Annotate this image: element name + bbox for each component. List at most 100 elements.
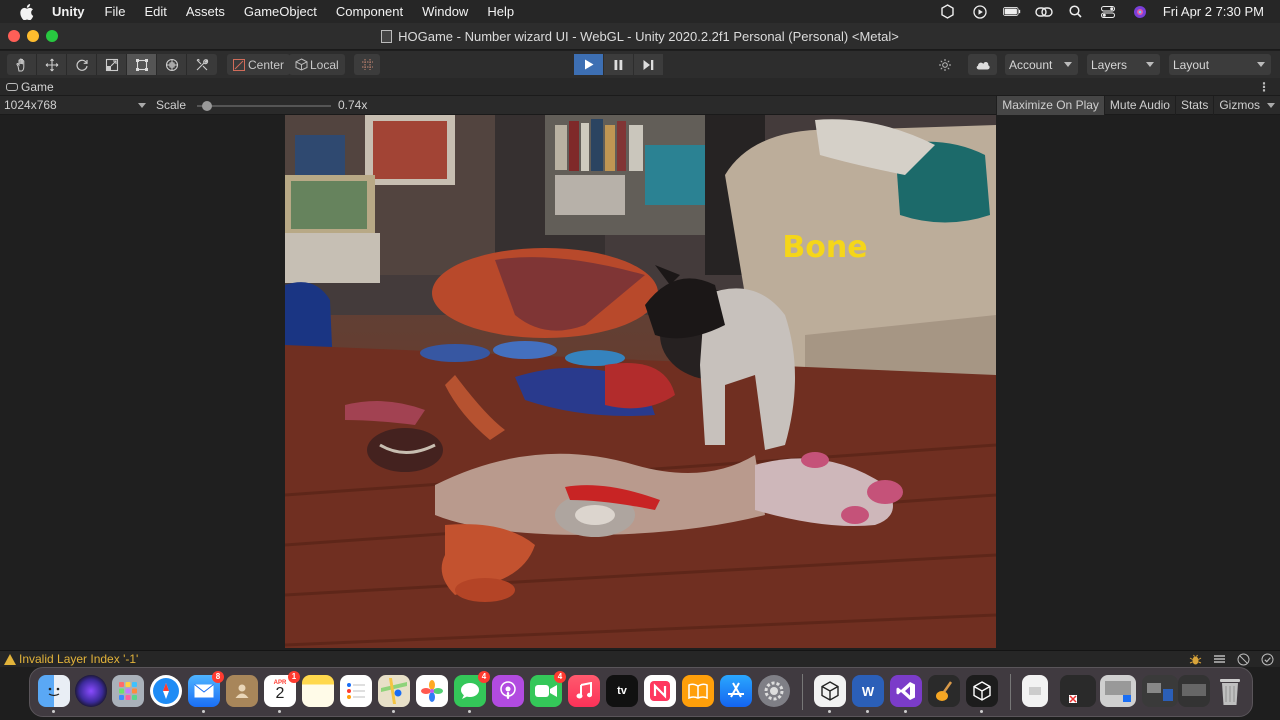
unity-toolbar: Center Local Account Layers Layout	[0, 51, 1280, 78]
menu-component[interactable]: Component	[336, 4, 403, 19]
scale-slider-handle[interactable]	[202, 101, 212, 111]
calendar-badge: 1	[288, 671, 300, 683]
play-circle-icon[interactable]	[971, 4, 989, 19]
step-button[interactable]	[634, 54, 663, 75]
transform-tools	[7, 54, 217, 75]
calendar-day: 2	[275, 685, 285, 702]
system-preferences-icon[interactable]	[758, 675, 790, 707]
status-check-icon[interactable]	[1260, 652, 1274, 666]
scale-tool-icon[interactable]	[97, 54, 127, 75]
unity-editor-icon[interactable]	[966, 675, 998, 707]
unity-hub-icon[interactable]	[814, 675, 846, 707]
account-dropdown-label: Account	[1009, 57, 1053, 72]
finder-icon[interactable]	[38, 675, 70, 707]
screenshot-thumbnail-icon[interactable]	[1100, 675, 1136, 707]
rect-tool-icon[interactable]	[127, 54, 157, 75]
pause-button[interactable]	[604, 54, 633, 75]
pivot-mode-label: Center	[248, 57, 285, 72]
safari-icon[interactable]	[150, 675, 182, 707]
pivot-mode-toggle[interactable]: Center	[227, 54, 291, 75]
move-tool-icon[interactable]	[37, 54, 67, 75]
document-icon	[381, 30, 393, 43]
resolution-dropdown[interactable]: 1024x768	[4, 98, 150, 112]
mute-audio-toggle[interactable]: Mute Audio	[1103, 96, 1175, 115]
visual-studio-icon[interactable]	[890, 675, 922, 707]
music-icon[interactable]	[568, 675, 600, 707]
apple-tv-icon[interactable]: tv	[606, 675, 638, 707]
layout-dropdown[interactable]: Layout	[1169, 54, 1271, 75]
pivot-rotation-toggle[interactable]: Local	[289, 54, 345, 75]
unity-status-icon[interactable]	[939, 4, 957, 19]
grid-snap-icon[interactable]	[354, 54, 380, 75]
menubar-clock[interactable]: Fri Apr 2 7:30 PM	[1163, 4, 1264, 19]
microsoft-word-icon[interactable]: W	[852, 675, 884, 707]
console-status-bar[interactable]: Invalid Layer Index '-1'	[0, 650, 1280, 667]
link-icon[interactable]	[1035, 5, 1053, 19]
window-title: HOGame - Number wizard UI - WebGL - Unit…	[0, 29, 1280, 44]
battery-icon[interactable]	[1002, 5, 1021, 19]
tab-menu-kebab-icon[interactable]: ⋮	[1258, 80, 1270, 94]
trash-icon[interactable]	[1214, 675, 1246, 707]
gizmos-dropdown[interactable]: Gizmos	[1213, 96, 1280, 115]
warning-message[interactable]: Invalid Layer Index '-1'	[4, 652, 138, 666]
play-button[interactable]	[574, 54, 603, 75]
menu-help[interactable]: Help	[487, 4, 514, 19]
transform-tool-icon[interactable]	[157, 54, 187, 75]
playmode-controls	[574, 54, 663, 75]
spotlight-search-icon[interactable]	[1067, 5, 1085, 19]
stats-toggle[interactable]: Stats	[1174, 96, 1213, 115]
macos-dock: 8 APR 2 1 4 4 tv W	[29, 667, 1253, 717]
facetime-icon[interactable]: 4	[530, 671, 566, 707]
podcasts-icon[interactable]	[492, 675, 524, 707]
reminders-icon[interactable]	[340, 675, 372, 707]
apple-tv-label: tv	[617, 685, 627, 697]
menu-assets[interactable]: Assets	[186, 4, 225, 19]
recent-windows-icon[interactable]	[1142, 675, 1178, 707]
contacts-icon[interactable]	[226, 675, 258, 707]
rotate-tool-icon[interactable]	[67, 54, 97, 75]
game-scene-image[interactable]: Bone	[285, 115, 996, 648]
menu-gameobject[interactable]: GameObject	[244, 4, 317, 19]
mail-badge: 8	[212, 671, 224, 683]
menu-window[interactable]: Window	[422, 4, 468, 19]
garageband-icon[interactable]	[928, 675, 960, 707]
tab-game-label: Game	[21, 80, 54, 94]
launchpad-icon[interactable]	[112, 675, 144, 707]
news-icon[interactable]	[644, 675, 676, 707]
maximize-on-play-toggle[interactable]: Maximize On Play	[996, 96, 1104, 115]
macos-menu-bar: Unity File Edit Assets GameObject Compon…	[0, 0, 1280, 23]
recent-window-thumbnail-icon[interactable]	[1178, 675, 1210, 707]
control-center-icon[interactable]	[1099, 5, 1117, 19]
photos-icon[interactable]	[416, 675, 448, 707]
siri-icon[interactable]	[1131, 5, 1149, 19]
collab-sun-icon[interactable]	[930, 54, 959, 75]
maps-icon[interactable]	[378, 675, 410, 707]
cloud-services-icon[interactable]	[968, 54, 997, 75]
custom-tools-icon[interactable]	[187, 54, 217, 75]
apple-icon[interactable]	[18, 3, 36, 21]
notes-icon[interactable]	[302, 675, 334, 707]
auto-generate-lighting-icon[interactable]	[1236, 652, 1250, 666]
hidden-object-scene-painting: Bone	[285, 115, 996, 648]
menu-app-unity[interactable]: Unity	[52, 4, 85, 19]
messages-badge: 4	[478, 671, 490, 683]
bug-icon[interactable]	[1188, 652, 1202, 666]
calendar-icon[interactable]: APR 2 1	[264, 671, 300, 707]
downloads-stack-icon[interactable]	[1060, 675, 1096, 707]
menu-file[interactable]: File	[105, 4, 126, 19]
stack-layers-icon[interactable]	[1212, 652, 1226, 666]
siri-dock-icon[interactable]	[75, 675, 107, 707]
menu-edit[interactable]: Edit	[144, 4, 166, 19]
app-store-icon[interactable]	[720, 675, 752, 707]
books-icon[interactable]	[682, 675, 714, 707]
layers-dropdown[interactable]: Layers	[1087, 54, 1160, 75]
account-dropdown[interactable]: Account	[1005, 54, 1078, 75]
window-title-text: HOGame - Number wizard UI - WebGL - Unit…	[398, 29, 899, 44]
hand-tool-icon[interactable]	[7, 54, 37, 75]
scale-slider[interactable]	[197, 101, 331, 111]
tab-game[interactable]: Game	[6, 80, 54, 94]
mail-icon[interactable]: 8	[188, 671, 224, 707]
messages-icon[interactable]: 4	[454, 671, 490, 707]
document-stack-icon[interactable]	[1022, 675, 1048, 707]
layout-dropdown-label: Layout	[1173, 57, 1210, 72]
